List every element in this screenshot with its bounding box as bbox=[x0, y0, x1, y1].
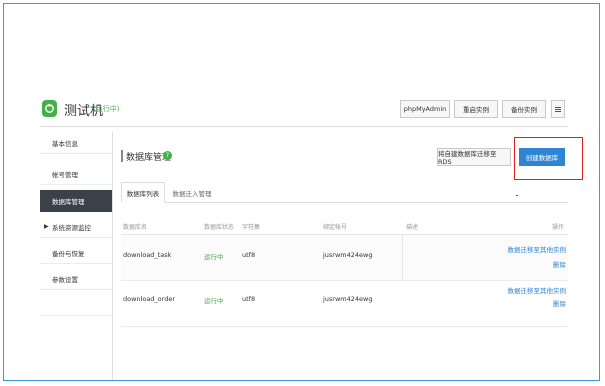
migrate-to-other-instance-link[interactable]: 数据迁移至其他实例 bbox=[508, 285, 567, 295]
delete-link[interactable]: 删除 bbox=[553, 259, 566, 269]
column-header-charset: 字符集 bbox=[242, 224, 261, 231]
restart-instance-button[interactable]: 重启实例 bbox=[454, 100, 498, 118]
tab-migration-management[interactable]: 数据迁入管理 bbox=[167, 182, 217, 203]
sidebar-item-database-management[interactable]: 数据库管理 bbox=[40, 190, 112, 212]
sidebar-item-label: 基本信息 bbox=[52, 139, 78, 148]
sidebar-item-basic-info[interactable]: 基本信息 bbox=[40, 132, 112, 154]
help-icon[interactable]: ? bbox=[163, 151, 172, 160]
delete-link[interactable]: 删除 bbox=[553, 298, 566, 308]
backup-instance-button[interactable]: 备份实例 bbox=[502, 100, 546, 118]
screenshot-frame: 测试机 (运行中) phpMyAdmin 重启实例 备份实例 基本信息 帐号管理… bbox=[3, 3, 600, 381]
header-divider bbox=[40, 126, 568, 127]
sidebar-item-label: 帐号管理 bbox=[52, 170, 78, 179]
sidebar-item-backup-restore[interactable]: 备份与恢复 bbox=[40, 242, 112, 264]
sidebar-item-parameters[interactable]: 参数设置 bbox=[40, 268, 112, 290]
app-logo-icon bbox=[42, 100, 57, 117]
menu-icon[interactable] bbox=[551, 100, 565, 118]
highlight-annotation bbox=[514, 137, 583, 180]
db-charset: utf8 bbox=[242, 295, 256, 303]
db-name: download_task bbox=[123, 251, 172, 259]
sidebar-item-label: 参数设置 bbox=[52, 275, 78, 284]
migrate-to-other-instance-link[interactable]: 数据迁移至其他实例 bbox=[508, 244, 567, 254]
column-header-description: 描述 bbox=[406, 224, 419, 231]
table-row: download_task 运行中 utf8 jusrwm424ewg 数据迁移… bbox=[121, 235, 568, 281]
migrate-to-rds-button[interactable]: 将自建数据库迁移至RDS bbox=[437, 148, 511, 166]
section-title-bar bbox=[121, 150, 123, 162]
db-account: jusrwm424ewg bbox=[323, 251, 373, 259]
sidebar: 基本信息 帐号管理 数据库管理 ▶ 系统资源监控 备份与恢复 参数设置 bbox=[40, 132, 113, 380]
table-row: download_order 运行中 utf8 jusrwm424ewg 数据迁… bbox=[121, 281, 568, 327]
db-charset: utf8 bbox=[242, 251, 256, 259]
sidebar-item-label: 数据库管理 bbox=[52, 198, 85, 206]
table-header: 数据库名 数据库状态 字符集 绑定帐号 描述 操作 bbox=[121, 217, 568, 235]
instance-status: (运行中) bbox=[93, 105, 120, 113]
sidebar-item-label: 系统资源监控 bbox=[52, 223, 91, 232]
phpmyadmin-button[interactable]: phpMyAdmin bbox=[400, 100, 450, 118]
db-status: 运行中 bbox=[204, 297, 224, 305]
column-header-actions: 操作 bbox=[551, 224, 564, 231]
db-status: 运行中 bbox=[204, 253, 224, 261]
sidebar-item-more[interactable] bbox=[40, 294, 112, 316]
db-account: jusrwm424ewg bbox=[323, 295, 373, 303]
sidebar-item-accounts[interactable]: 帐号管理 bbox=[40, 163, 112, 185]
sidebar-item-label: 备份与恢复 bbox=[52, 249, 85, 258]
column-header-status: 数据库状态 bbox=[204, 224, 235, 231]
sidebar-item-resource-monitor[interactable]: ▶ 系统资源监控 bbox=[40, 216, 112, 238]
annotation-mark bbox=[516, 195, 518, 196]
db-name: download_order bbox=[123, 295, 176, 303]
column-divider bbox=[402, 235, 403, 280]
column-header-name: 数据库名 bbox=[123, 224, 148, 231]
column-header-account: 绑定帐号 bbox=[323, 224, 348, 231]
expand-arrow-icon: ▶ bbox=[44, 223, 49, 230]
tab-database-list[interactable]: 数据库列表 bbox=[121, 182, 165, 203]
